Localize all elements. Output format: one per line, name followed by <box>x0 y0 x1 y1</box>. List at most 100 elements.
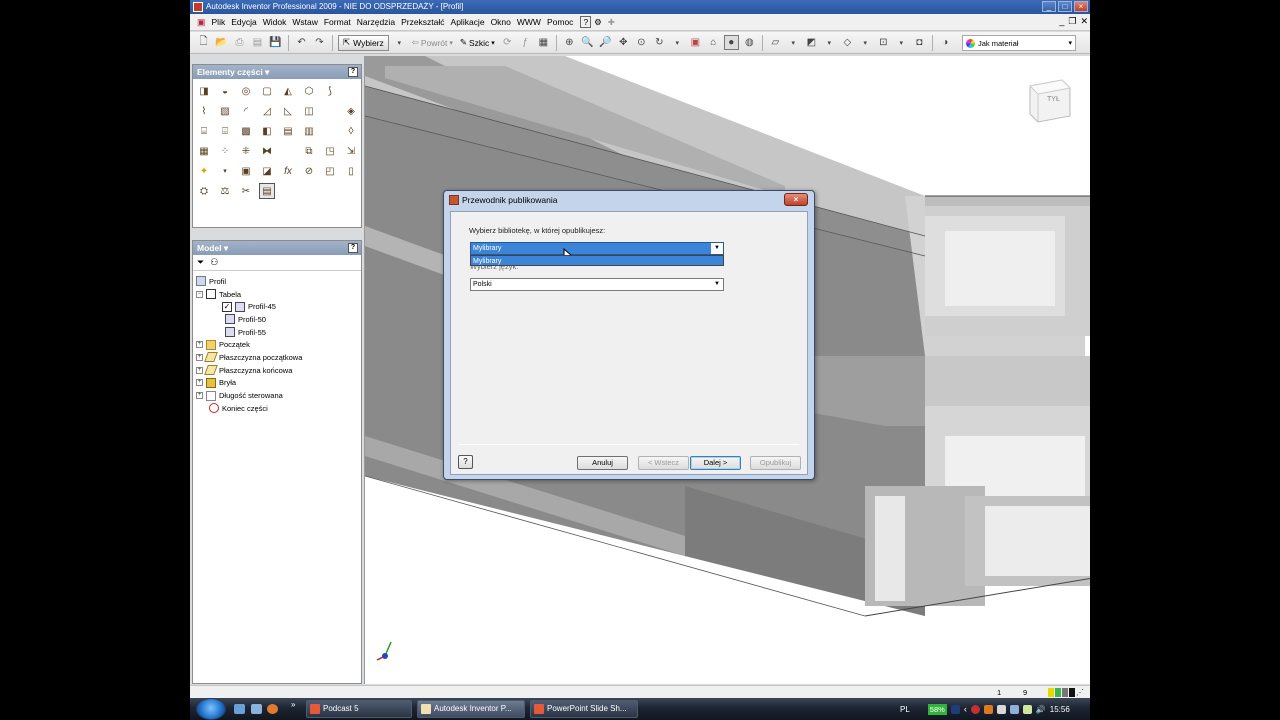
move-face-icon[interactable]: ⇲ <box>343 143 359 159</box>
sketch-button[interactable]: ✎ Szkic ▾ <box>458 37 497 48</box>
zoom-window-icon[interactable]: 🔍 <box>580 35 595 50</box>
menu-plik[interactable]: Plik <box>209 17 229 27</box>
hole-icon[interactable]: ◎ <box>238 83 254 99</box>
work-point-icon[interactable]: ✦ <box>196 163 212 179</box>
ilogic-icon[interactable]: ⊘ <box>301 163 317 179</box>
chevron-down-icon[interactable]: ▾ <box>786 35 801 50</box>
battery-indicator[interactable]: 58% <box>927 703 947 715</box>
sweep-icon[interactable]: ⟆ <box>322 83 338 99</box>
tree-item[interactable]: + Płaszczyzna końcowa <box>196 364 361 377</box>
tray-volume-icon[interactable]: 🔊 <box>1036 705 1046 714</box>
mirror-icon[interactable]: ⧓ <box>259 143 275 159</box>
chamfer-icon[interactable]: ◿ <box>259 103 275 119</box>
doc-icon[interactable]: ▣ <box>194 17 209 28</box>
bend-part-icon[interactable]: ◰ <box>322 163 338 179</box>
undo-icon[interactable]: ↶ <box>294 35 309 50</box>
menu-format[interactable]: Format <box>321 17 354 27</box>
tray-usb-icon[interactable] <box>996 704 1006 714</box>
tree-item[interactable]: Profil-50 <box>196 313 361 326</box>
clock[interactable]: 15:56 <box>1050 705 1070 714</box>
back-button[interactable]: < Wstecz <box>638 456 689 470</box>
home-view-icon[interactable]: ⌂ <box>706 35 721 50</box>
tray-antivirus-icon[interactable] <box>970 704 980 714</box>
loft-icon[interactable]: ⬡ <box>301 83 317 99</box>
expand-icon[interactable]: + <box>196 392 203 400</box>
rule-fillet-icon[interactable]: ▤ <box>280 123 296 139</box>
tree-item[interactable]: + Długość sterowana <box>196 389 361 402</box>
tree-item[interactable]: Profil-55 <box>196 326 361 339</box>
new-file-icon[interactable]: 🗋 <box>196 35 211 50</box>
chevron-down-icon[interactable]: ▾ <box>858 35 873 50</box>
split-icon[interactable]: ◫ <box>301 103 317 119</box>
close-button[interactable]: × <box>1074 1 1088 12</box>
menu-okno[interactable]: Okno <box>488 17 514 27</box>
dialog-help-button[interactable]: ? <box>458 455 473 469</box>
tree-item[interactable]: − Tabela <box>196 288 361 301</box>
work-axis-icon[interactable]: ◪ <box>259 163 275 179</box>
binoculars-icon[interactable]: ⚇ <box>210 257 218 268</box>
tree-item[interactable]: ✓ Profil-45 <box>196 300 361 313</box>
doc-minimize-button[interactable]: _ <box>1059 16 1064 27</box>
model-browser-header[interactable]: Model ▾ ? <box>193 241 361 255</box>
minimize-button[interactable]: _ <box>1042 1 1056 12</box>
doc-close-button[interactable]: ✕ <box>1080 16 1088 27</box>
expand-icon[interactable]: + <box>196 341 203 349</box>
expand-icon[interactable]: + <box>196 353 203 361</box>
tree-item[interactable]: + Początek <box>196 338 361 351</box>
resize-grip-icon[interactable]: ⋰ <box>1076 688 1084 697</box>
start-button[interactable] <box>196 698 226 720</box>
back-button[interactable]: ⇦ Powrót ▾ <box>410 37 455 48</box>
hidden-edge-icon[interactable]: ◍ <box>742 35 757 50</box>
firefox-icon[interactable] <box>267 704 278 714</box>
face-draft-icon[interactable]: ◺ <box>280 103 296 119</box>
decal-icon[interactable]: ◊ <box>343 123 359 139</box>
slice-icon[interactable]: ◘ <box>912 35 927 50</box>
library-select[interactable]: Mylibrary ▼ <box>470 242 724 255</box>
collapse-icon[interactable]: − <box>196 290 203 298</box>
settings-icon[interactable]: ⚙ <box>591 17 605 28</box>
publish-icon[interactable]: ⛭ <box>196 183 212 199</box>
taskbar-item-powerpoint[interactable]: PowerPoint Slide Sh... <box>530 700 638 718</box>
sketch-driven-pattern-icon[interactable]: ⁜ <box>238 143 254 159</box>
revolve-icon[interactable]: ◒ <box>217 83 233 99</box>
grill-icon[interactable]: ▩ <box>238 123 254 139</box>
maximize-button[interactable]: □ <box>1058 1 1072 12</box>
zoom-selected-icon[interactable]: ⊙ <box>634 35 649 50</box>
function-icon[interactable]: fx <box>280 163 296 179</box>
tray-expand-icon[interactable]: ‹ <box>964 704 967 714</box>
rest-icon[interactable]: ⌹ <box>217 123 233 139</box>
camera-icon[interactable]: ▣ <box>688 35 703 50</box>
imate-icon[interactable]: ▯ <box>343 163 359 179</box>
tray-update-icon[interactable] <box>983 704 993 714</box>
tree-item[interactable]: Profil <box>196 275 361 288</box>
measure-icon[interactable]: ▦ <box>536 35 551 50</box>
dialog-title-bar[interactable]: Przewodnik publikowania × <box>444 191 814 209</box>
shadow-icon[interactable]: ◩ <box>804 35 819 50</box>
dialog-close-button[interactable]: × <box>784 193 808 206</box>
menu-aplikacje[interactable]: Aplikacje <box>448 17 488 27</box>
taskbar-item-podcast[interactable]: Podcast 5 <box>306 700 412 718</box>
menu-pomoc[interactable]: Pomoc <box>544 17 576 27</box>
appearance-icon[interactable]: ◑ <box>938 35 953 50</box>
rib-icon[interactable]: ◭ <box>280 83 296 99</box>
perspective-icon[interactable]: ◇ <box>840 35 855 50</box>
redo-icon[interactable]: ↷ <box>312 35 327 50</box>
emboss-icon[interactable]: ◈ <box>343 103 359 119</box>
open-file-icon[interactable]: 📂 <box>214 35 229 50</box>
shell-icon[interactable]: ▢ <box>259 83 275 99</box>
tree-item[interactable]: + Bryła <box>196 377 361 390</box>
library-dropdown-option[interactable]: Mylibrary <box>470 255 724 266</box>
chevron-down-icon[interactable]: ▾ <box>217 163 233 179</box>
help-icon[interactable]: ? <box>580 16 592 28</box>
tree-item[interactable]: Koniec części <box>196 402 361 415</box>
next-button[interactable]: Dalej > <box>690 456 741 470</box>
orthographic-icon[interactable]: ▱ <box>768 35 783 50</box>
viewcube[interactable]: TYŁ <box>1022 74 1074 126</box>
cancel-button[interactable]: Anuluj <box>577 456 628 470</box>
create-table-icon[interactable]: ⚖ <box>217 183 233 199</box>
coil-icon[interactable]: ⌇ <box>196 103 212 119</box>
snap-fit-icon[interactable]: ◧ <box>259 123 275 139</box>
material-select[interactable]: Jak materiał ▾ <box>962 35 1076 51</box>
zoom-all-icon[interactable]: ⊕ <box>562 35 577 50</box>
expand-icon[interactable]: + <box>196 379 203 387</box>
